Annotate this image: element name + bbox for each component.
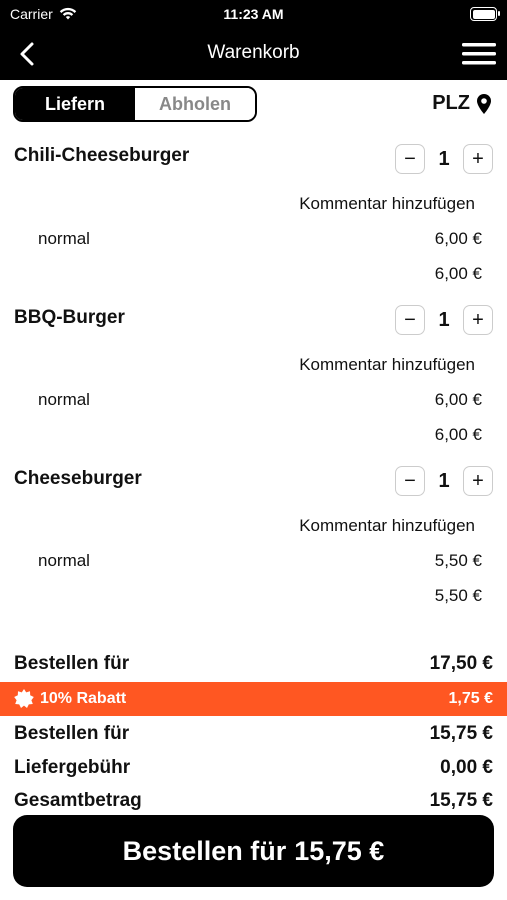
decrease-button[interactable]: −	[395, 305, 425, 335]
subtotal-value: 17,50 €	[429, 653, 493, 674]
grand-total-row: Gesamtbetrag 15,75 €	[14, 790, 493, 812]
delivery-fee-label: Liefergebühr	[14, 757, 131, 778]
cart-item-name: Chili-Cheeseburger	[14, 145, 190, 166]
cart-item-name: Cheeseburger	[14, 468, 142, 489]
status-bar: Carrier 11:23 AM	[0, 0, 507, 30]
increase-button[interactable]: +	[463, 144, 493, 174]
battery-icon	[470, 7, 500, 21]
page-title: Warenkorb	[207, 42, 300, 63]
item-variant: normal	[38, 390, 90, 409]
discounted-total-label: Bestellen für	[14, 723, 130, 744]
item-total: 6,00 €	[434, 264, 482, 283]
discounted-total-value: 15,75 €	[429, 723, 493, 744]
subtotal-row: Bestellen für 17,50 €	[14, 653, 493, 675]
increase-button[interactable]: +	[463, 466, 493, 496]
tab-liefern[interactable]: Liefern	[15, 88, 135, 120]
add-comment-link[interactable]: Kommentar hinzufügen	[299, 355, 475, 375]
decrease-button[interactable]: −	[395, 466, 425, 496]
item-variant: normal	[38, 551, 90, 570]
add-comment-link[interactable]: Kommentar hinzufügen	[299, 516, 475, 536]
discount-badge-icon	[14, 689, 34, 708]
grand-total-label: Gesamtbetrag	[14, 790, 142, 811]
plz-selector[interactable]: PLZ	[432, 92, 492, 115]
order-button-label: Bestellen für	[122, 835, 287, 866]
minus-icon: −	[404, 469, 416, 492]
discount-banner: 10% Rabatt 1,75 €	[0, 682, 507, 716]
quantity-stepper: − 1 +	[395, 144, 493, 174]
subtotal-label: Bestellen für	[14, 653, 130, 674]
quantity-value: 1	[438, 308, 450, 331]
plus-icon: +	[472, 308, 484, 331]
plus-icon: +	[472, 147, 484, 170]
variant-price: 6,00 €	[434, 229, 482, 248]
item-variant: normal	[38, 229, 90, 248]
location-pin-icon	[477, 93, 491, 114]
discount-label: 10% Rabatt	[40, 690, 127, 707]
quantity-stepper: − 1 +	[395, 305, 493, 335]
discount-value: 1,75 €	[448, 690, 493, 707]
quantity-stepper: − 1 +	[395, 466, 493, 496]
add-comment-link[interactable]: Kommentar hinzufügen	[299, 194, 475, 214]
order-button-amount: 15,75 €	[294, 835, 385, 866]
nav-bar: Warenkorb	[0, 30, 507, 80]
increase-button[interactable]: +	[463, 305, 493, 335]
minus-icon: −	[404, 147, 416, 170]
variant-price: 6,00 €	[434, 390, 482, 409]
minus-icon: −	[404, 308, 416, 331]
menu-button[interactable]	[461, 40, 497, 68]
discounted-total-row: Bestellen für 15,75 €	[14, 723, 493, 745]
cart-item-name: BBQ-Burger	[14, 307, 125, 328]
plz-label: PLZ	[432, 92, 470, 114]
decrease-button[interactable]: −	[395, 144, 425, 174]
place-order-button[interactable]: Bestellen für 15,75 €	[13, 815, 494, 887]
clock: 11:23 AM	[223, 6, 284, 22]
variant-price: 5,50 €	[434, 551, 482, 570]
tab-abholen[interactable]: Abholen	[135, 88, 255, 120]
delivery-mode-switch: Liefern Abholen	[13, 86, 257, 122]
item-total: 6,00 €	[434, 425, 482, 444]
grand-total-value: 15,75 €	[429, 790, 493, 811]
quantity-value: 1	[438, 147, 450, 170]
item-total: 5,50 €	[434, 586, 482, 605]
delivery-fee-row: Liefergebühr 0,00 €	[14, 757, 493, 779]
plus-icon: +	[472, 469, 484, 492]
hamburger-icon	[462, 43, 496, 65]
quantity-value: 1	[438, 469, 450, 492]
delivery-fee-value: 0,00 €	[440, 757, 493, 778]
